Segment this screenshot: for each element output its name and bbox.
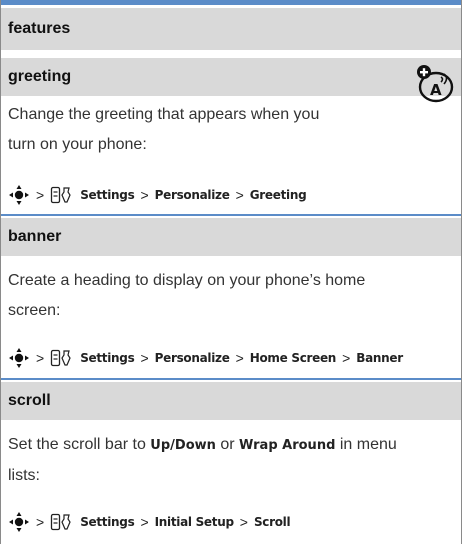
features-title: features bbox=[8, 20, 71, 37]
section-title-scroll: scroll bbox=[1, 382, 461, 420]
path-separator: > bbox=[239, 514, 248, 530]
path-separator: > bbox=[235, 187, 244, 203]
settings-icon bbox=[51, 349, 71, 367]
scroll-desc-text: or bbox=[215, 436, 240, 453]
banner-title: banner bbox=[8, 228, 62, 245]
path-separator: > bbox=[140, 350, 149, 366]
path-item-settings: Settings bbox=[80, 515, 135, 529]
scroll-title: scroll bbox=[8, 392, 51, 409]
section-title-banner: banner bbox=[1, 218, 461, 256]
path-separator: > bbox=[36, 350, 45, 366]
scroll-option-wrap-around: Wrap Around bbox=[239, 438, 336, 453]
path-separator: > bbox=[235, 350, 244, 366]
settings-icon bbox=[51, 186, 71, 204]
path-item-personalize: Personalize bbox=[154, 188, 230, 202]
path-item-settings: Settings bbox=[80, 351, 135, 365]
path-separator: > bbox=[140, 187, 149, 203]
path-item-greeting: Greeting bbox=[249, 188, 307, 202]
nav-key-icon bbox=[9, 512, 29, 532]
banner-desc-line1: Create a heading to display on your phon… bbox=[8, 272, 366, 289]
path-item-initial-setup: Initial Setup bbox=[154, 515, 234, 529]
scroll-desc-line1: Set the scroll bar to Up/Down or Wrap Ar… bbox=[8, 430, 397, 461]
nav-key-icon bbox=[9, 348, 29, 368]
svg-text:A: A bbox=[430, 81, 442, 99]
path-item-personalize: Personalize bbox=[154, 351, 230, 365]
path-separator: > bbox=[36, 187, 45, 203]
settings-icon bbox=[51, 513, 71, 531]
scroll-option-up-down: Up/Down bbox=[150, 438, 216, 453]
path-item-banner: Banner bbox=[356, 351, 403, 365]
banner-desc-line2: screen: bbox=[8, 302, 61, 319]
nav-key-icon bbox=[9, 185, 29, 205]
scroll-desc-text: Set the scroll bar to bbox=[8, 436, 151, 453]
header-accent-bar bbox=[1, 0, 461, 5]
greeting-description: Change the greeting that appears when yo… bbox=[8, 100, 319, 160]
banner-menu-path: > Settings > Personalize > Home Screen >… bbox=[8, 346, 403, 370]
scroll-desc-line2: lists: bbox=[8, 467, 40, 484]
path-separator: > bbox=[342, 350, 351, 366]
path-item-home-screen: Home Screen bbox=[249, 351, 337, 365]
greeting-menu-path: > Settings > Personalize > Greeting bbox=[8, 183, 307, 207]
path-item-scroll: Scroll bbox=[253, 515, 291, 529]
network-feature-icon: A bbox=[417, 65, 454, 103]
scroll-desc-text: in menu bbox=[335, 436, 397, 453]
greeting-desc-line1: Change the greeting that appears when yo… bbox=[8, 106, 320, 123]
section-divider bbox=[1, 214, 461, 216]
section-divider bbox=[1, 378, 461, 380]
section-title-greeting: greeting bbox=[1, 58, 461, 96]
greeting-desc-line2: turn on your phone: bbox=[8, 136, 147, 153]
path-separator: > bbox=[36, 514, 45, 530]
scroll-menu-path: > Settings > Initial Setup > Scroll bbox=[8, 510, 291, 534]
banner-description: Create a heading to display on your phon… bbox=[8, 266, 365, 326]
scroll-description: Set the scroll bar to Up/Down or Wrap Ar… bbox=[8, 430, 397, 491]
greeting-title: greeting bbox=[8, 68, 72, 85]
features-header: features bbox=[1, 8, 461, 50]
path-item-settings: Settings bbox=[80, 188, 135, 202]
manual-page: features greeting A Change the greeting … bbox=[0, 0, 462, 544]
path-separator: > bbox=[140, 514, 149, 530]
